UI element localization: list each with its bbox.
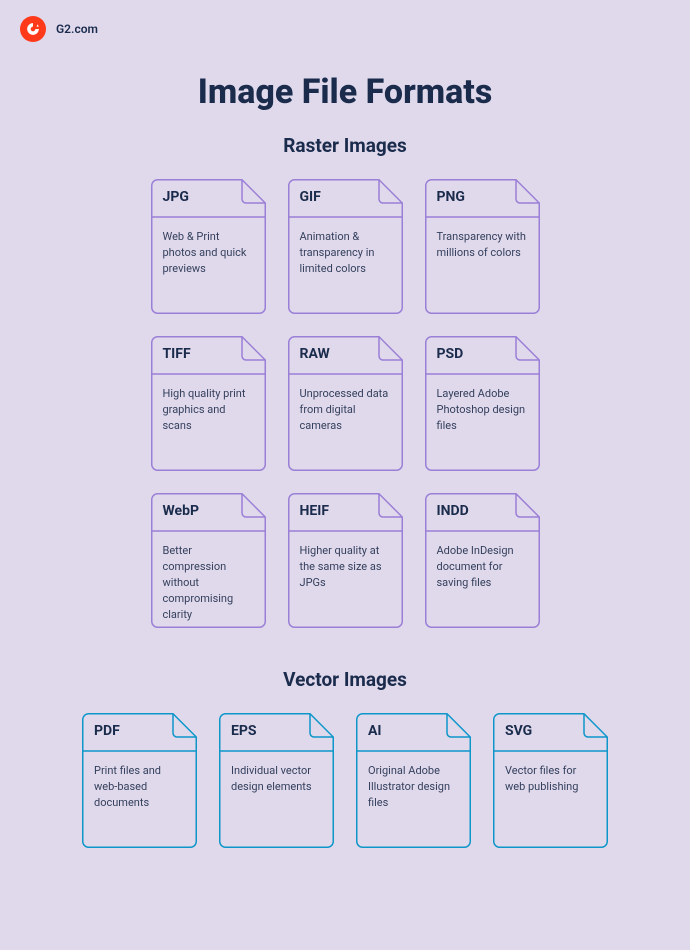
format-code: WebP bbox=[163, 503, 236, 519]
format-card-raw: RAW Unprocessed data from digital cameras bbox=[288, 336, 403, 471]
format-code: TIFF bbox=[163, 346, 236, 362]
format-card-jpg: JPG Web & Print photos and quick previews bbox=[151, 179, 266, 314]
brand-label: G2.com bbox=[56, 22, 98, 36]
format-card-tiff: TIFF High quality print graphics and scan… bbox=[151, 336, 266, 471]
g2-glyph bbox=[26, 22, 40, 36]
format-description: Better compression without compromising … bbox=[163, 543, 256, 620]
format-description: Higher quality at the same size as JPGs bbox=[300, 543, 393, 620]
format-card-pdf: PDF Print files and web-based documents bbox=[82, 713, 197, 848]
format-code: JPG bbox=[163, 189, 236, 205]
format-description: Unprocessed data from digital cameras bbox=[300, 386, 393, 463]
format-description: Original Adobe Illustrator design files bbox=[368, 763, 461, 840]
format-code: SVG bbox=[505, 723, 578, 739]
format-code: EPS bbox=[231, 723, 304, 739]
format-code: PDF bbox=[94, 723, 167, 739]
format-card-gif: GIF Animation & transparency in limited c… bbox=[288, 179, 403, 314]
format-card-eps: EPS Individual vector design elements bbox=[219, 713, 334, 848]
format-card-indd: INDD Adobe InDesign document for saving f… bbox=[425, 493, 540, 628]
format-card-webp: WebP Better compression without compromis… bbox=[151, 493, 266, 628]
format-code: GIF bbox=[300, 189, 373, 205]
format-card-heif: HEIF Higher quality at the same size as J… bbox=[288, 493, 403, 628]
format-code: AI bbox=[368, 723, 441, 739]
format-description: Print files and web-based documents bbox=[94, 763, 187, 840]
format-description: Animation & transparency in limited colo… bbox=[300, 229, 393, 306]
format-description: Individual vector design elements bbox=[231, 763, 324, 840]
format-card-psd: PSD Layered Adobe Photoshop design files bbox=[425, 336, 540, 471]
format-card-svg: SVG Vector files for web publishing bbox=[493, 713, 608, 848]
format-description: Transparency with millions of colors bbox=[437, 229, 530, 306]
section-title-vector: Vector Images bbox=[0, 668, 690, 691]
format-description: Web & Print photos and quick previews bbox=[163, 229, 256, 306]
g2-logo-icon bbox=[20, 16, 46, 42]
format-code: RAW bbox=[300, 346, 373, 362]
format-code: PSD bbox=[437, 346, 510, 362]
vector-grid: PDF Print files and web-based documents E… bbox=[0, 713, 690, 848]
format-description: Vector files for web publishing bbox=[505, 763, 598, 840]
format-card-png: PNG Transparency with millions of colors bbox=[425, 179, 540, 314]
format-description: Adobe InDesign document for saving files bbox=[437, 543, 530, 620]
format-description: Layered Adobe Photoshop design files bbox=[437, 386, 530, 463]
page-title: Image File Formats bbox=[0, 72, 690, 112]
format-code: PNG bbox=[437, 189, 510, 205]
format-code: HEIF bbox=[300, 503, 373, 519]
header: G2.com bbox=[0, 0, 690, 58]
raster-grid: JPG Web & Print photos and quick previews… bbox=[0, 179, 690, 628]
format-card-ai: AI Original Adobe Illustrator design file… bbox=[356, 713, 471, 848]
section-title-raster: Raster Images bbox=[0, 134, 690, 157]
format-description: High quality print graphics and scans bbox=[163, 386, 256, 463]
format-code: INDD bbox=[437, 503, 510, 519]
